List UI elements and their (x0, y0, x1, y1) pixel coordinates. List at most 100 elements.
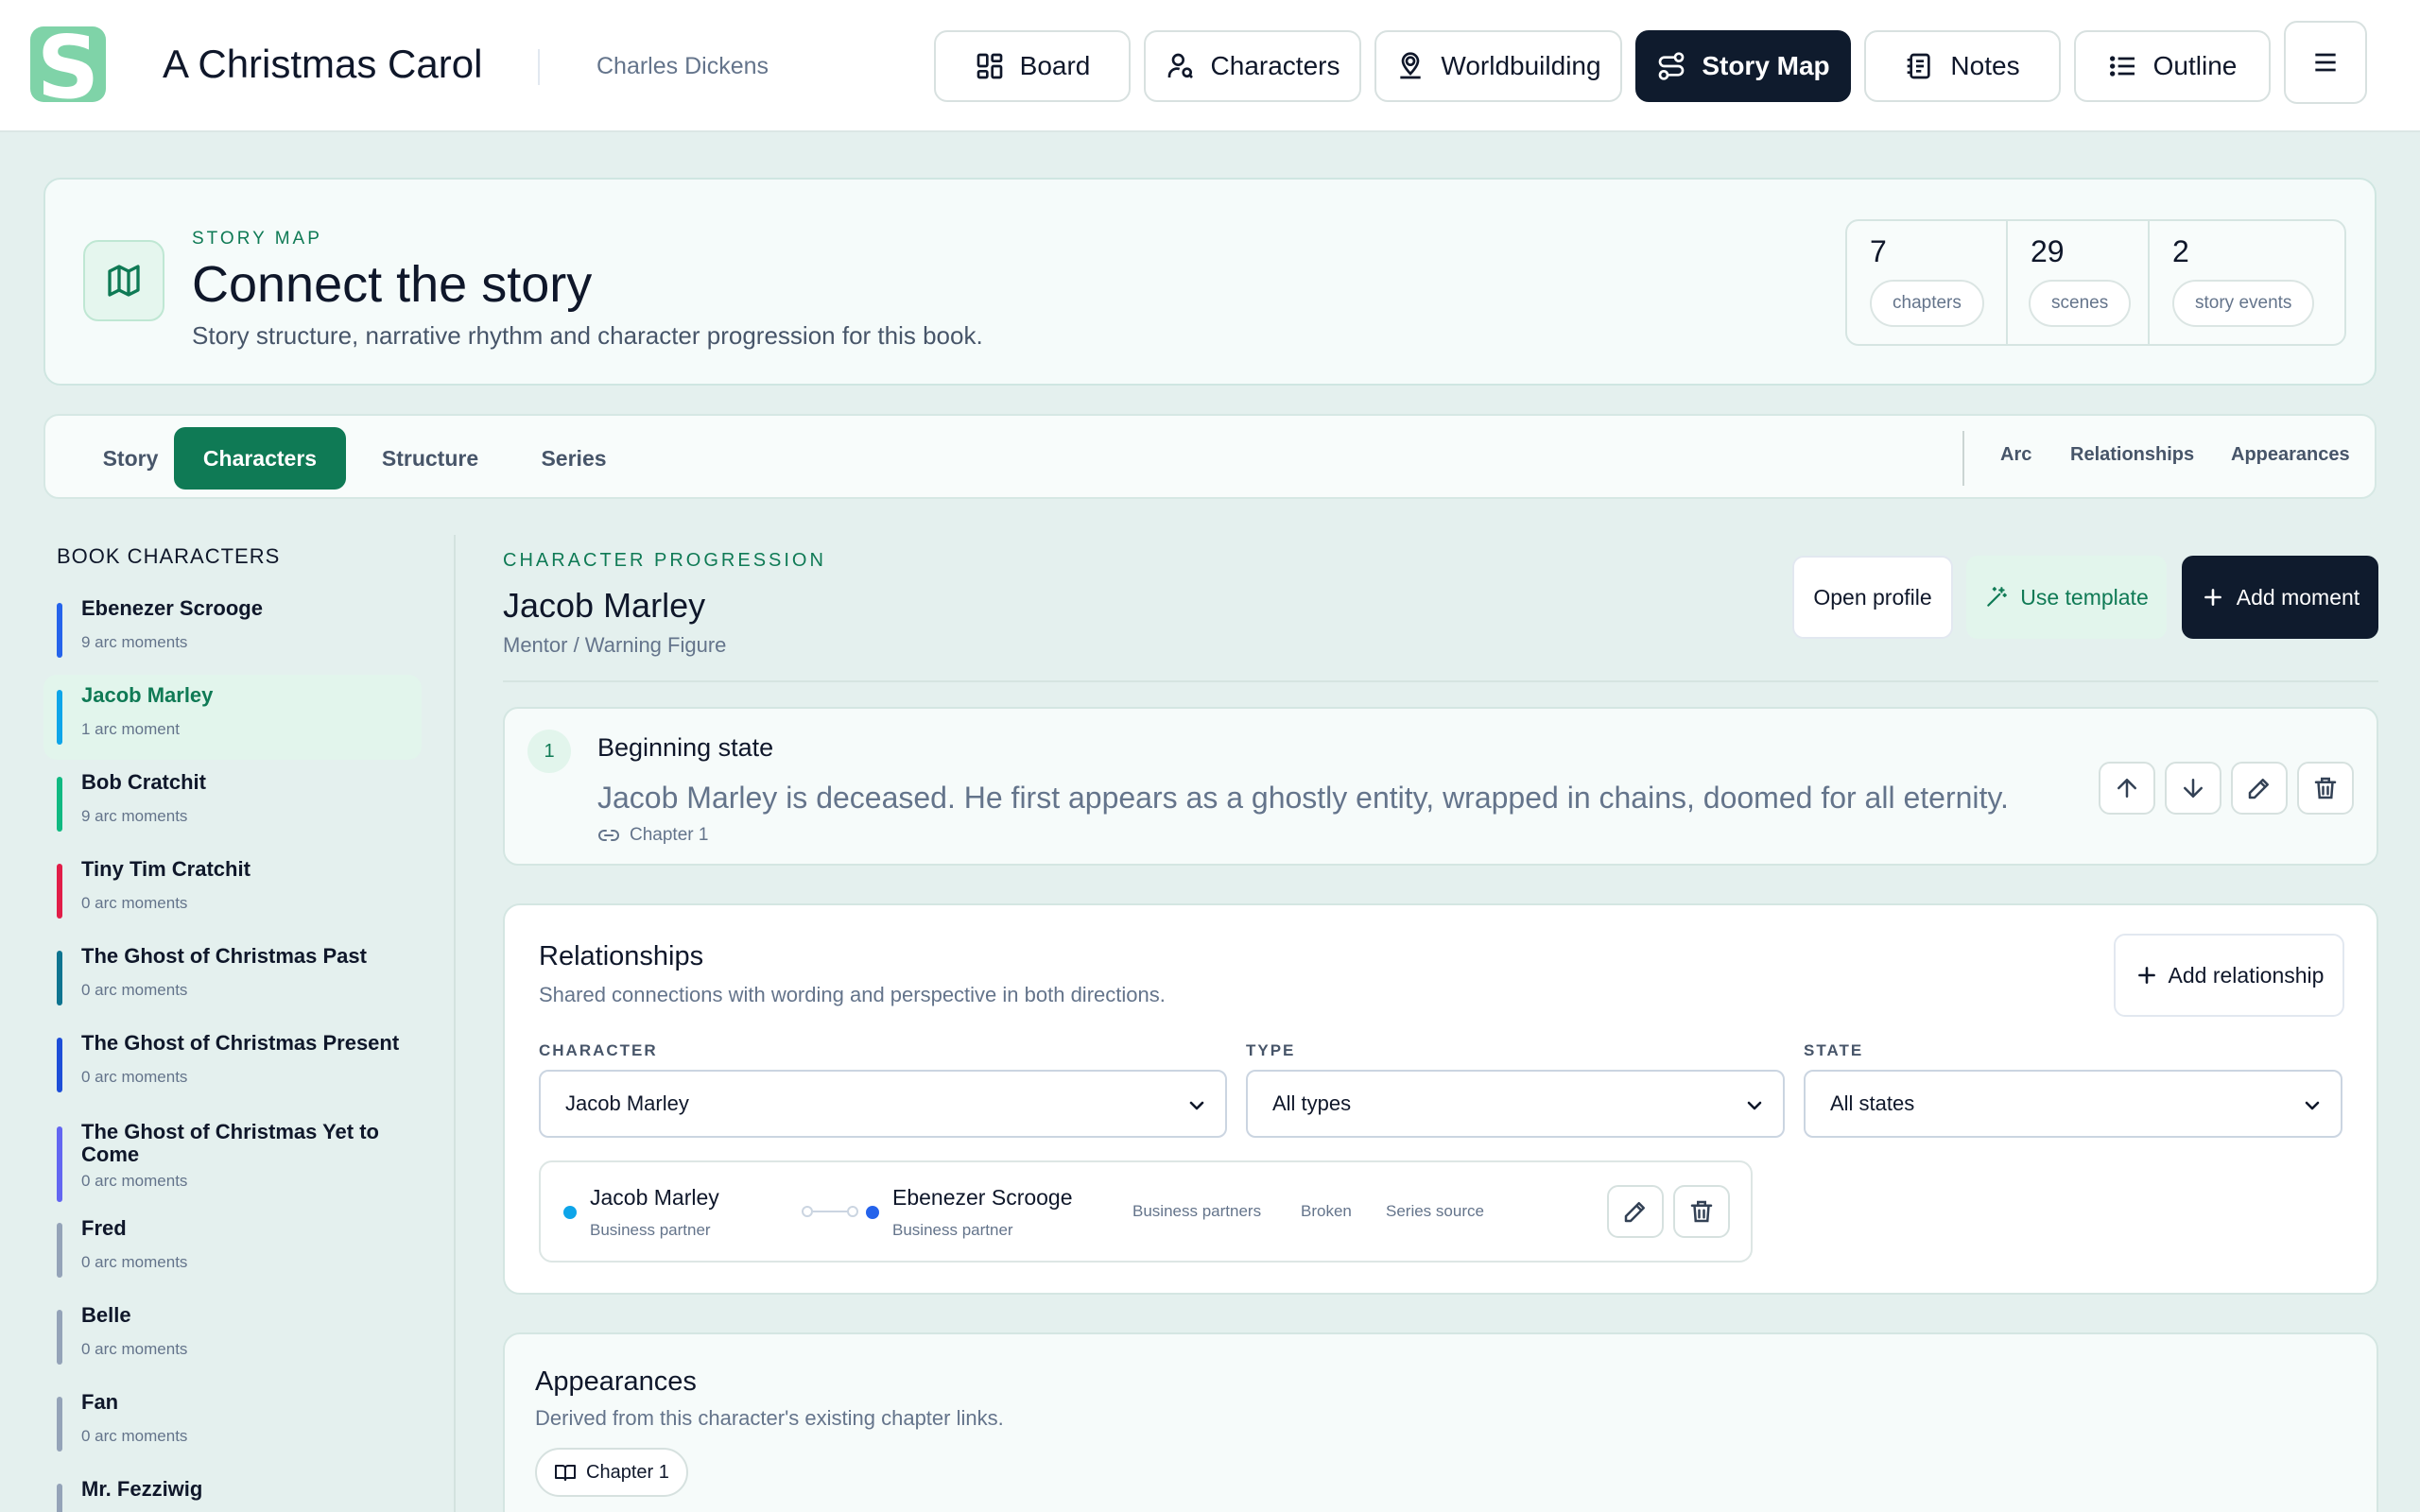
plus-icon (2204, 589, 2221, 606)
hamburger-icon (2315, 53, 2336, 72)
nav-board-label: Board (1019, 51, 1091, 80)
character-meta: 0 arc moments (81, 1427, 188, 1445)
add-moment-button[interactable]: Add moment (2182, 556, 2378, 639)
nav-outline-label: Outline (2152, 51, 2238, 80)
move-up-button[interactable] (2099, 762, 2155, 815)
subtab-arc[interactable]: Arc (2000, 444, 2031, 466)
logo-letter: S (36, 26, 100, 102)
character-meta: 0 arc moments (81, 1340, 188, 1358)
appearance-chip-label: Chapter 1 (586, 1461, 669, 1483)
list-icon (2109, 56, 2135, 77)
delete-relationship-button[interactable] (1673, 1185, 1730, 1238)
book-title: A Christmas Carol (163, 42, 483, 86)
sidebar-item-ebenezer-scrooge[interactable]: Ebenezer Scrooge 9 arc moments (43, 588, 422, 673)
character-meta: 0 arc moments (81, 1068, 188, 1086)
relationships-title: Relationships (539, 941, 704, 971)
chevron-down-icon (1747, 1101, 1762, 1110)
moment-chapter-label: Chapter 1 (630, 825, 709, 845)
map-pin-user-icon (1400, 52, 1422, 79)
map-icon-tile (83, 240, 164, 321)
add-relationship-label: Add relationship (2168, 962, 2325, 988)
character-color-bar (57, 603, 62, 658)
edit-moment-button[interactable] (2231, 762, 2288, 815)
character-name: Jacob Marley (81, 683, 214, 707)
tab-structure[interactable]: Structure (359, 427, 501, 490)
filter-type-label: TYPE (1246, 1041, 1296, 1059)
stat-chapters: 7 chapters (1847, 221, 2008, 344)
relationships-subtitle: Shared connections with wording and pers… (539, 983, 1166, 1006)
subtab-appearances[interactable]: Appearances (2231, 444, 2350, 466)
sidebar-item-ghost-of-christmas-past[interactable]: The Ghost of Christmas Past 0 arc moment… (43, 936, 422, 1021)
sidebar-item-bob-cratchit[interactable]: Bob Cratchit 9 arc moments (43, 762, 422, 847)
add-relationship-button[interactable]: Add relationship (2114, 934, 2344, 1017)
filter-state-label: STATE (1804, 1041, 1864, 1059)
appearance-chip[interactable]: Chapter 1 (535, 1448, 688, 1497)
page-eyebrow: STORY MAP (192, 229, 322, 249)
relationship-state-tag: Broken (1301, 1202, 1352, 1220)
nav-notes-button[interactable]: Notes (1864, 30, 2061, 102)
use-template-button[interactable]: Use template (1966, 556, 2167, 639)
character-meta: 0 arc moments (81, 1172, 188, 1190)
menu-button[interactable] (2284, 21, 2367, 104)
to-character-dot (866, 1206, 879, 1219)
to-character-name: Ebenezer Scrooge (892, 1185, 1073, 1210)
arrow-down-icon (2184, 779, 2203, 798)
stat-scenes: 29 scenes (2008, 221, 2150, 344)
character-color-bar (57, 1397, 62, 1452)
character-meta: 9 arc moments (81, 807, 188, 825)
title-divider (538, 49, 540, 85)
from-character-dot (563, 1206, 577, 1219)
app-logo[interactable]: S (30, 26, 106, 102)
type-filter-select[interactable]: All types (1246, 1070, 1785, 1138)
stat-label: chapters (1870, 280, 1984, 327)
edit-relationship-button[interactable] (1607, 1185, 1664, 1238)
character-name: The Ghost of Christmas Present (81, 1031, 400, 1055)
state-filter-select[interactable]: All states (1804, 1070, 2342, 1138)
tab-series[interactable]: Series (510, 427, 637, 490)
subtab-relationships[interactable]: Relationships (2070, 444, 2194, 466)
sidebar-item-belle[interactable]: Belle 0 arc moments (43, 1295, 422, 1380)
nav-outline-button[interactable]: Outline (2074, 30, 2271, 102)
character-name: Belle (81, 1303, 131, 1327)
add-moment-label: Add moment (2236, 584, 2360, 610)
relationship-row[interactable]: Jacob Marley Business partner Ebenezer S… (539, 1160, 1753, 1263)
sidebar-item-ghost-of-christmas-present[interactable]: The Ghost of Christmas Present 0 arc mom… (43, 1022, 422, 1108)
from-character-name: Jacob Marley (590, 1185, 719, 1210)
board-icon (977, 53, 1002, 79)
delete-moment-button[interactable] (2297, 762, 2354, 815)
nav-characters-button[interactable]: Characters (1144, 30, 1361, 102)
sidebar-item-fan[interactable]: Fan 0 arc moments (43, 1382, 422, 1467)
nav-board-button[interactable]: Board (934, 30, 1131, 102)
link-start-node (802, 1206, 813, 1217)
map-icon (108, 265, 140, 297)
sidebar-item-fred[interactable]: Fred 0 arc moments (43, 1208, 422, 1293)
nav-worldbuilding-button[interactable]: Worldbuilding (1374, 30, 1622, 102)
sidebar-title: BOOK CHARACTERS (57, 544, 281, 568)
moment-chapter-link[interactable]: Chapter 1 (597, 824, 708, 847)
tab-characters[interactable]: Characters (174, 427, 346, 490)
move-down-button[interactable] (2165, 762, 2221, 815)
top-bar: S A Christmas Carol Charles Dickens Boar… (0, 0, 2420, 132)
arc-moment-card: 1 Beginning state Jacob Marley is deceas… (503, 707, 2378, 866)
to-character-role: Business partner (892, 1221, 1013, 1239)
character-filter-value: Jacob Marley (565, 1091, 689, 1115)
sidebar-item-jacob-marley[interactable]: Jacob Marley 1 arc moment (43, 675, 422, 760)
page-subtitle: Story structure, narrative rhythm and ch… (192, 321, 983, 350)
nav-story-map-button[interactable]: Story Map (1635, 30, 1851, 102)
filter-character-label: CHARACTER (539, 1041, 658, 1059)
character-name: Ebenezer Scrooge (81, 596, 263, 620)
magic-wand-icon (1987, 587, 2008, 607)
relationship-source-tag: Series source (1386, 1202, 1484, 1220)
selected-character-role: Mentor / Warning Figure (503, 633, 727, 657)
nav-notes-label: Notes (1950, 51, 2020, 80)
progression-eyebrow: CHARACTER PROGRESSION (503, 550, 826, 571)
open-profile-button[interactable]: Open profile (1792, 556, 1953, 639)
nav-characters-label: Characters (1210, 51, 1340, 80)
sidebar-item-mr-fezziwig[interactable]: Mr. Fezziwig (43, 1469, 422, 1512)
character-color-bar (57, 1223, 62, 1278)
relationships-card: Relationships Shared connections with wo… (503, 903, 2378, 1295)
character-filter-select[interactable]: Jacob Marley (539, 1070, 1227, 1138)
tabs-separator (1962, 431, 1964, 486)
sidebar-item-tiny-tim-cratchit[interactable]: Tiny Tim Cratchit 0 arc moments (43, 849, 422, 934)
sidebar-item-ghost-of-christmas-yet-to-come[interactable]: The Ghost of Christmas Yet to Come 0 arc… (43, 1111, 422, 1215)
